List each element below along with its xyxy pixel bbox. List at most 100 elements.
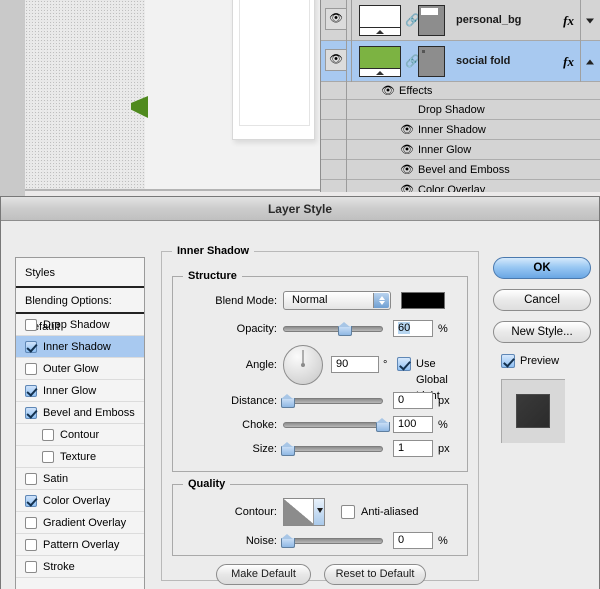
angle-input[interactable]: 90	[331, 356, 379, 373]
style-item-bevel-and-emboss[interactable]: Bevel and Emboss	[16, 402, 144, 424]
style-item-contour[interactable]: Contour	[16, 424, 144, 446]
distance-input[interactable]: 0	[393, 392, 433, 409]
choke-slider-track[interactable]	[283, 422, 383, 428]
triangle-up-icon	[585, 59, 594, 64]
checkbox-unchecked-icon[interactable]	[25, 539, 37, 551]
checkbox-checked-icon[interactable]	[25, 385, 37, 397]
checkbox-unchecked-icon[interactable]	[25, 363, 37, 375]
blending-options-item[interactable]: Blending Options: Default	[16, 288, 144, 333]
noise-slider-handle[interactable]	[281, 534, 295, 548]
style-item-texture[interactable]: Texture	[16, 446, 144, 468]
effects-group-header[interactable]: 👁 Effects	[321, 82, 600, 100]
layer-expand-toggle[interactable]	[580, 0, 598, 41]
style-item-pattern-overlay[interactable]: Pattern Overlay	[16, 534, 144, 556]
link-icon[interactable]: 🔗	[405, 12, 420, 29]
contour-preset-picker[interactable]	[283, 498, 325, 526]
checkbox-unchecked-icon[interactable]	[25, 319, 37, 331]
effect-label: Bevel and Emboss	[418, 164, 510, 176]
opacity-slider-handle[interactable]	[338, 322, 352, 336]
contour-label: Contour:	[234, 506, 277, 518]
structure-legend: Structure	[183, 270, 242, 282]
checkbox-unchecked-icon[interactable]	[42, 451, 54, 463]
angle-dial[interactable]	[283, 345, 323, 385]
dialog-titlebar[interactable]: Layer Style	[1, 197, 599, 221]
size-input[interactable]: 1	[393, 440, 433, 457]
layer-style-dialog: Layer Style Styles Blending Options: Def…	[0, 196, 600, 589]
layer-thumbnail-strip	[360, 27, 400, 35]
cancel-button[interactable]: Cancel	[493, 289, 591, 311]
style-item-satin[interactable]: Satin	[16, 468, 144, 490]
checkbox-unchecked-icon[interactable]	[42, 429, 54, 441]
effect-label: Color Overlay	[418, 184, 486, 192]
shadow-color-swatch[interactable]	[401, 292, 445, 309]
layer-row[interactable]: 👁 🔗 personal_bg fx	[321, 0, 600, 41]
layer-fx-badge[interactable]: fx	[563, 54, 574, 70]
eye-icon: 👁	[329, 12, 343, 25]
eye-icon[interactable]: 👁	[400, 163, 414, 176]
checkbox-checked-icon[interactable]	[25, 495, 37, 507]
layer-row-divider	[351, 41, 352, 82]
distance-slider-track[interactable]	[283, 398, 383, 404]
style-item-color-overlay[interactable]: Color Overlay	[16, 490, 144, 512]
eye-icon[interactable]: 👁	[400, 183, 414, 192]
eye-icon[interactable]: 👁	[400, 123, 414, 136]
layer-row[interactable]: 👁 🔗 social fold fx	[321, 41, 600, 82]
style-item-stroke[interactable]: Stroke	[16, 556, 144, 578]
size-slider-track[interactable]	[283, 446, 383, 452]
structure-group: Structure Blend Mode: Normal Opacity: 60…	[172, 270, 468, 472]
reset-to-default-button[interactable]: Reset to Default	[324, 564, 426, 585]
canvas-bottom-rule	[25, 189, 320, 191]
opacity-slider-track[interactable]	[283, 326, 383, 332]
blend-mode-select[interactable]: Normal	[283, 291, 391, 310]
style-preview-swatch	[516, 394, 550, 428]
layer-thumbnail-fill	[360, 47, 400, 68]
effect-row-inner-shadow[interactable]: 👁 Inner Shadow	[321, 120, 600, 140]
layer-collapse-toggle[interactable]	[580, 41, 598, 82]
noise-input[interactable]: 0	[393, 532, 433, 549]
use-global-light-checkbox[interactable]	[397, 357, 411, 371]
checkbox-checked-icon[interactable]	[25, 407, 37, 419]
checkbox-unchecked-icon[interactable]	[25, 473, 37, 485]
style-item-inner-shadow[interactable]: Inner Shadow	[16, 336, 144, 358]
layer-visibility-toggle[interactable]: 👁	[325, 49, 347, 71]
size-slider-handle[interactable]	[281, 442, 295, 456]
chevron-down-icon[interactable]	[313, 499, 324, 525]
effect-row-color-overlay[interactable]: 👁 Color Overlay	[321, 180, 600, 192]
anti-aliased-checkbox[interactable]	[341, 505, 355, 519]
noise-slider-track[interactable]	[283, 538, 383, 544]
style-item-outer-glow[interactable]: Outer Glow	[16, 358, 144, 380]
layer-fx-badge[interactable]: fx	[563, 13, 574, 29]
make-default-button[interactable]: Make Default	[216, 564, 311, 585]
style-item-gradient-overlay[interactable]: Gradient Overlay	[16, 512, 144, 534]
effect-row-drop-shadow[interactable]: Drop Shadow	[321, 100, 600, 120]
ok-button[interactable]: OK	[493, 257, 591, 279]
opacity-input[interactable]: 60	[393, 320, 433, 337]
eye-icon[interactable]: 👁	[381, 84, 395, 97]
choke-input[interactable]: 100	[393, 416, 433, 433]
preview-toggle-row[interactable]: Preview	[493, 353, 591, 371]
choke-slider-handle[interactable]	[376, 418, 390, 432]
style-item-label: Bevel and Emboss	[43, 407, 135, 419]
eye-icon[interactable]: 👁	[400, 143, 414, 156]
layer-mask-thumbnail[interactable]	[418, 5, 445, 36]
layer-name: social fold	[456, 55, 511, 67]
chevron-updown-icon[interactable]	[373, 293, 389, 308]
style-item-inner-glow[interactable]: Inner Glow	[16, 380, 144, 402]
new-style-button[interactable]: New Style...	[493, 321, 591, 343]
layer-visibility-toggle[interactable]: 👁	[325, 8, 347, 30]
checkbox-unchecked-icon[interactable]	[25, 561, 37, 573]
style-item-label: Color Overlay	[43, 495, 111, 507]
layer-thumbnail[interactable]	[359, 46, 401, 77]
style-item-drop-shadow[interactable]: Drop Shadow	[16, 314, 144, 336]
layer-mask-thumbnail[interactable]	[418, 46, 445, 77]
effect-row-inner-glow[interactable]: 👁 Inner Glow	[321, 140, 600, 160]
layer-thumbnail[interactable]	[359, 5, 401, 36]
effect-row-bevel-and-emboss[interactable]: 👁 Bevel and Emboss	[321, 160, 600, 180]
distance-slider-handle[interactable]	[281, 394, 295, 408]
checkbox-checked-icon[interactable]	[25, 341, 37, 353]
checkbox-unchecked-icon[interactable]	[25, 517, 37, 529]
link-icon[interactable]: 🔗	[405, 53, 420, 70]
preview-checkbox[interactable]	[501, 354, 515, 368]
styles-header[interactable]: Styles	[16, 258, 144, 288]
styles-list-filler	[16, 578, 144, 589]
